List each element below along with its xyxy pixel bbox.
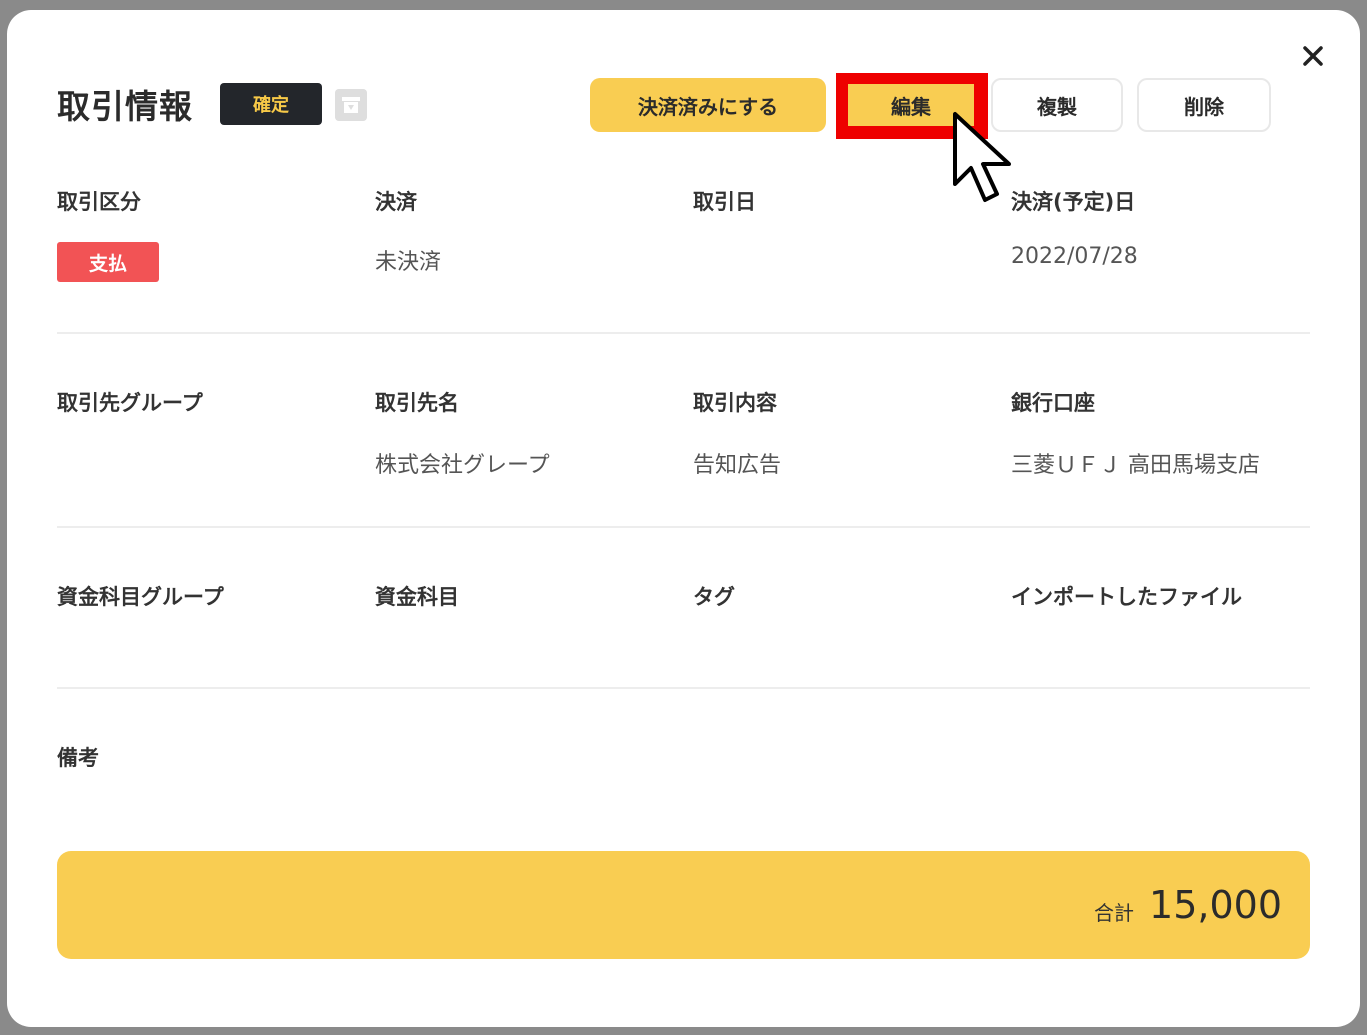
pointer-cursor-icon — [953, 112, 1011, 202]
divider — [57, 526, 1310, 528]
label-tag: タグ — [693, 585, 735, 609]
total-amount: 15,000 — [1149, 883, 1282, 927]
label-partner-name: 取引先名 — [375, 391, 459, 415]
settlement-date-value: 2022/07/28 — [1011, 244, 1138, 269]
label-transaction-type: 取引区分 — [57, 190, 141, 214]
transaction-detail-modal: 取引情報 確定 決済済みにする 編集 複製 削除 取引区分 支払 決済 未決済 … — [7, 10, 1360, 1027]
label-imported-file: インポートしたファイル — [1011, 585, 1242, 609]
transaction-content-value: 告知広告 — [693, 453, 782, 478]
delete-button[interactable]: 削除 — [1137, 78, 1271, 132]
divider — [57, 687, 1310, 689]
label-partner-group: 取引先グループ — [57, 391, 203, 415]
label-notes: 備考 — [57, 746, 99, 770]
divider — [57, 332, 1310, 334]
transaction-type-badge: 支払 — [57, 242, 159, 282]
label-fund-category: 資金科目 — [375, 585, 459, 609]
page-title: 取引情報 — [57, 87, 193, 126]
partner-name-value: 株式会社グレープ — [375, 453, 550, 478]
label-transaction-content: 取引内容 — [693, 391, 777, 415]
total-bar: 合計 15,000 — [57, 851, 1310, 959]
settlement-value: 未決済 — [375, 250, 442, 275]
mark-settled-button[interactable]: 決済済みにする — [590, 78, 826, 132]
label-fund-category-group: 資金科目グループ — [57, 585, 224, 609]
label-transaction-date: 取引日 — [693, 190, 756, 214]
label-bank-account: 銀行口座 — [1011, 391, 1095, 415]
close-icon[interactable] — [1297, 40, 1329, 72]
archive-icon[interactable] — [335, 89, 367, 121]
total-label: 合計 — [1094, 901, 1134, 925]
status-badge: 確定 — [220, 83, 322, 125]
bank-account-value: 三菱ＵＦＪ 高田馬場支店 — [1011, 453, 1260, 478]
label-settlement-date: 決済(予定)日 — [1011, 190, 1136, 214]
label-settlement: 決済 — [375, 190, 417, 214]
